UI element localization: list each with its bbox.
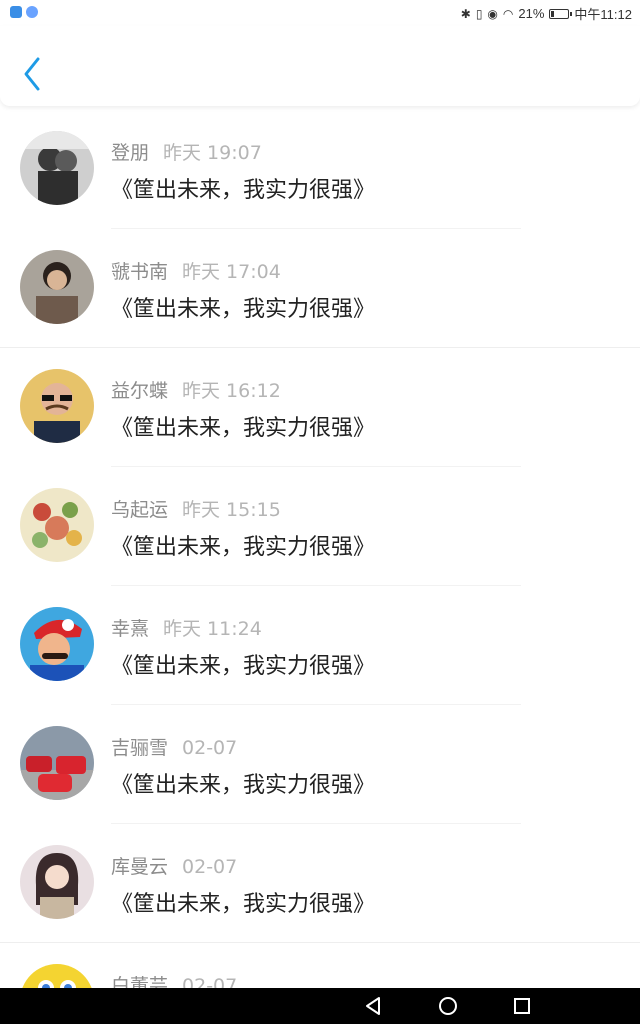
timestamp: 02-07	[182, 737, 238, 759]
sender-name: 吉骊雪	[111, 737, 169, 759]
status-bar: ✱ ▯ ◉ ◠ 21% 中午11:12	[0, 0, 640, 26]
avatar	[20, 131, 94, 205]
battery-icon	[549, 8, 573, 19]
eye-comfort-icon: ◉	[487, 6, 498, 21]
list-item[interactable]: 乌起运 昨天 15:15 《筐出未来，我实力很强》	[0, 467, 640, 586]
avatar	[20, 250, 94, 324]
status-indicators: ✱ ▯ ◉ ◠ 21% 中午11:12	[461, 4, 632, 23]
timestamp: 02-07	[182, 856, 238, 878]
system-nav-bar	[0, 988, 640, 1024]
timestamp: 昨天 15:15	[182, 499, 281, 521]
nav-home-button[interactable]	[436, 994, 460, 1018]
timestamp: 昨天 16:12	[182, 380, 281, 402]
timestamp: 昨天 17:04	[182, 261, 281, 283]
message-text: 《筐出未来，我实力很强》	[111, 892, 376, 917]
timestamp: 昨天 11:24	[163, 618, 262, 640]
sender-name: 登朋	[111, 142, 150, 164]
list-item[interactable]: 白董芸 02-07	[0, 943, 640, 988]
wifi-icon: ◠	[502, 6, 514, 21]
sender-name: 益尔蝶	[111, 380, 169, 402]
notification-list[interactable]: 登朋 昨天 19:07 《筐出未来，我实力很强》 虢书南 昨天 17:04 《筐出未…	[0, 110, 640, 988]
message-text: 《筐出未来，我实力很强》	[111, 297, 376, 322]
list-item[interactable]: 虢书南 昨天 17:04 《筐出未来，我实力很强》	[0, 229, 640, 348]
clock: 中午11:12	[574, 7, 632, 22]
list-item[interactable]: 幸熹 昨天 11:24 《筐出未来，我实力很强》	[0, 586, 640, 705]
avatar	[20, 845, 94, 919]
list-item[interactable]: 益尔蝶 昨天 16:12 《筐出未来，我实力很强》	[0, 348, 640, 467]
avatar	[20, 607, 94, 681]
vibrate-icon: ▯	[475, 6, 483, 21]
avatar	[20, 488, 94, 562]
square-recents-icon	[514, 998, 530, 1014]
battery-percent: 21%	[518, 6, 545, 21]
avatar	[20, 726, 94, 800]
timestamp: 昨天 19:07	[163, 142, 262, 164]
sender-name: 白董芸	[111, 975, 169, 988]
list-item[interactable]: 登朋 昨天 19:07 《筐出未来，我实力很强》	[0, 110, 640, 229]
sender-name: 虢书南	[111, 261, 169, 283]
app-notification-icon	[10, 6, 22, 18]
timestamp: 02-07	[182, 975, 238, 988]
avatar	[20, 964, 94, 988]
message-text: 《筐出未来，我实力很强》	[111, 416, 376, 441]
nav-back-button[interactable]	[361, 994, 385, 1018]
header	[0, 26, 640, 106]
back-button[interactable]	[18, 54, 48, 94]
battery-level	[551, 10, 555, 17]
sender-name: 乌起运	[111, 499, 169, 521]
message-text: 《筐出未来，我实力很强》	[111, 773, 376, 798]
triangle-back-icon	[366, 997, 380, 1015]
bluetooth-icon: ✱	[460, 6, 471, 21]
message-text: 《筐出未来，我实力很强》	[111, 178, 376, 203]
message-text: 《筐出未来，我实力很强》	[111, 654, 376, 679]
circle-home-icon	[439, 997, 457, 1015]
browser-notification-icon	[26, 6, 38, 18]
status-notification-icons	[10, 6, 38, 18]
message-text: 《筐出未来，我实力很强》	[111, 535, 376, 560]
list-item[interactable]: 吉骊雪 02-07 《筐出未来，我实力很强》	[0, 705, 640, 824]
nav-recents-button[interactable]	[510, 994, 534, 1018]
list-item[interactable]: 库曼云 02-07 《筐出未来，我实力很强》	[0, 824, 640, 943]
sender-name: 库曼云	[111, 856, 169, 878]
avatar	[20, 369, 94, 443]
sender-name: 幸熹	[111, 618, 150, 640]
chevron-left-icon	[24, 57, 40, 91]
